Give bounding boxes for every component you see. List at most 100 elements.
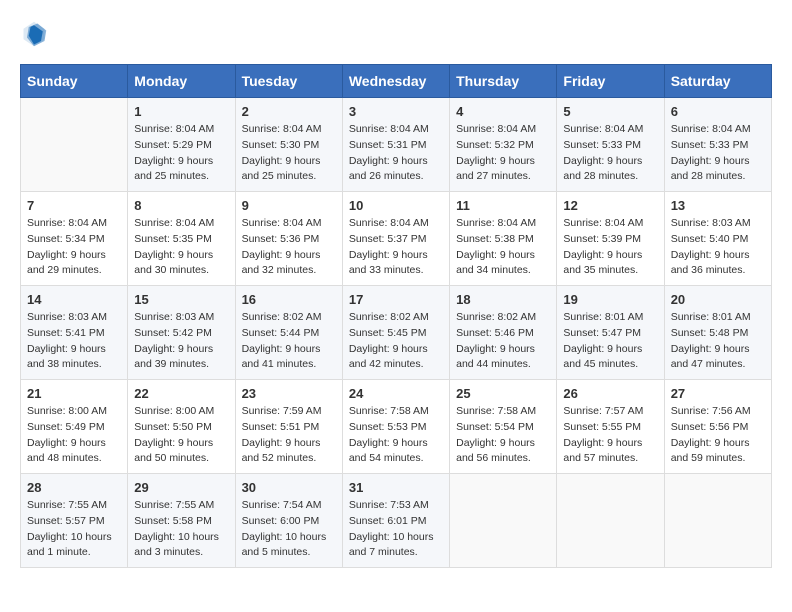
header-wednesday: Wednesday: [342, 65, 449, 98]
day-number: 22: [134, 386, 228, 401]
day-number: 14: [27, 292, 121, 307]
header-tuesday: Tuesday: [235, 65, 342, 98]
day-info: Sunrise: 8:01 AM Sunset: 5:48 PM Dayligh…: [671, 310, 765, 373]
day-number: 9: [242, 198, 336, 213]
day-number: 15: [134, 292, 228, 307]
calendar-cell: 29Sunrise: 7:55 AM Sunset: 5:58 PM Dayli…: [128, 474, 235, 568]
day-info: Sunrise: 8:04 AM Sunset: 5:39 PM Dayligh…: [563, 216, 657, 279]
calendar-cell: 25 Sunrise: 7:58 AM Sunset: 5:54 PM Dayli…: [450, 380, 557, 474]
calendar-table: SundayMondayTuesdayWednesdayThursdayFrid…: [20, 64, 772, 568]
day-number: 31: [349, 480, 443, 495]
day-number: 21: [27, 386, 121, 401]
header-sunday: Sunday: [21, 65, 128, 98]
calendar-week-row: 28Sunrise: 7:55 AM Sunset: 5:57 PM Dayli…: [21, 474, 772, 568]
day-number: 10: [349, 198, 443, 213]
calendar-cell: 24 Sunrise: 7:58 AM Sunset: 5:53 PM Dayli…: [342, 380, 449, 474]
day-info: Sunrise: 8:02 AM Sunset: 5:44 PM Dayligh…: [242, 310, 336, 373]
day-info: Sunrise: 8:04 AM Sunset: 5:33 PM Dayligh…: [563, 122, 657, 185]
calendar-cell: [450, 474, 557, 568]
calendar-cell: 17Sunrise: 8:02 AM Sunset: 5:45 PM Dayli…: [342, 286, 449, 380]
header-thursday: Thursday: [450, 65, 557, 98]
day-info: Sunrise: 8:00 AM Sunset: 5:50 PM Dayligh…: [134, 404, 228, 467]
day-number: 27: [671, 386, 765, 401]
day-info: Sunrise: 7:55 AM Sunset: 5:57 PM Dayligh…: [27, 498, 121, 561]
day-info: Sunrise: 8:04 AM Sunset: 5:32 PM Dayligh…: [456, 122, 550, 185]
day-info: Sunrise: 8:02 AM Sunset: 5:46 PM Dayligh…: [456, 310, 550, 373]
calendar-week-row: 7 Sunrise: 8:04 AM Sunset: 5:34 PM Daylig…: [21, 192, 772, 286]
day-number: 1: [134, 104, 228, 119]
calendar-cell: 3 Sunrise: 8:04 AM Sunset: 5:31 PM Daylig…: [342, 98, 449, 192]
calendar-cell: 28Sunrise: 7:55 AM Sunset: 5:57 PM Dayli…: [21, 474, 128, 568]
calendar-cell: 2 Sunrise: 8:04 AM Sunset: 5:30 PM Daylig…: [235, 98, 342, 192]
day-info: Sunrise: 7:59 AM Sunset: 5:51 PM Dayligh…: [242, 404, 336, 467]
day-number: 4: [456, 104, 550, 119]
calendar-cell: 23 Sunrise: 7:59 AM Sunset: 5:51 PM Dayli…: [235, 380, 342, 474]
day-number: 30: [242, 480, 336, 495]
calendar-cell: 1 Sunrise: 8:04 AM Sunset: 5:29 PM Daylig…: [128, 98, 235, 192]
calendar-cell: 22 Sunrise: 8:00 AM Sunset: 5:50 PM Dayli…: [128, 380, 235, 474]
calendar-week-row: 1 Sunrise: 8:04 AM Sunset: 5:29 PM Daylig…: [21, 98, 772, 192]
day-number: 7: [27, 198, 121, 213]
day-info: Sunrise: 7:56 AM Sunset: 5:56 PM Dayligh…: [671, 404, 765, 467]
day-info: Sunrise: 8:02 AM Sunset: 5:45 PM Dayligh…: [349, 310, 443, 373]
day-info: Sunrise: 8:04 AM Sunset: 5:36 PM Dayligh…: [242, 216, 336, 279]
header-friday: Friday: [557, 65, 664, 98]
day-number: 12: [563, 198, 657, 213]
day-number: 26: [563, 386, 657, 401]
day-info: Sunrise: 8:04 AM Sunset: 5:29 PM Dayligh…: [134, 122, 228, 185]
calendar-cell: 20Sunrise: 8:01 AM Sunset: 5:48 PM Dayli…: [664, 286, 771, 380]
day-number: 8: [134, 198, 228, 213]
day-info: Sunrise: 7:58 AM Sunset: 5:54 PM Dayligh…: [456, 404, 550, 467]
calendar-cell: 30 Sunrise: 7:54 AM Sunset: 6:00 PM Dayli…: [235, 474, 342, 568]
calendar-cell: 12 Sunrise: 8:04 AM Sunset: 5:39 PM Dayli…: [557, 192, 664, 286]
day-info: Sunrise: 8:03 AM Sunset: 5:41 PM Dayligh…: [27, 310, 121, 373]
calendar-cell: 15 Sunrise: 8:03 AM Sunset: 5:42 PM Dayli…: [128, 286, 235, 380]
day-info: Sunrise: 8:04 AM Sunset: 5:38 PM Dayligh…: [456, 216, 550, 279]
day-info: Sunrise: 8:04 AM Sunset: 5:35 PM Dayligh…: [134, 216, 228, 279]
logo-icon: [20, 20, 48, 48]
day-info: Sunrise: 8:00 AM Sunset: 5:49 PM Dayligh…: [27, 404, 121, 467]
calendar-week-row: 14 Sunrise: 8:03 AM Sunset: 5:41 PM Dayli…: [21, 286, 772, 380]
calendar-cell: 18 Sunrise: 8:02 AM Sunset: 5:46 PM Dayli…: [450, 286, 557, 380]
day-number: 25: [456, 386, 550, 401]
day-info: Sunrise: 7:54 AM Sunset: 6:00 PM Dayligh…: [242, 498, 336, 561]
calendar-cell: [664, 474, 771, 568]
calendar-cell: 16 Sunrise: 8:02 AM Sunset: 5:44 PM Dayli…: [235, 286, 342, 380]
day-number: 6: [671, 104, 765, 119]
calendar-cell: 7 Sunrise: 8:04 AM Sunset: 5:34 PM Daylig…: [21, 192, 128, 286]
day-number: 18: [456, 292, 550, 307]
day-number: 16: [242, 292, 336, 307]
day-info: Sunrise: 7:58 AM Sunset: 5:53 PM Dayligh…: [349, 404, 443, 467]
day-number: 3: [349, 104, 443, 119]
day-info: Sunrise: 8:04 AM Sunset: 5:34 PM Dayligh…: [27, 216, 121, 279]
day-info: Sunrise: 8:04 AM Sunset: 5:30 PM Dayligh…: [242, 122, 336, 185]
calendar-week-row: 21 Sunrise: 8:00 AM Sunset: 5:49 PM Dayli…: [21, 380, 772, 474]
header-saturday: Saturday: [664, 65, 771, 98]
calendar-cell: [557, 474, 664, 568]
day-number: 2: [242, 104, 336, 119]
calendar-cell: 19Sunrise: 8:01 AM Sunset: 5:47 PM Dayli…: [557, 286, 664, 380]
calendar-cell: 11 Sunrise: 8:04 AM Sunset: 5:38 PM Dayli…: [450, 192, 557, 286]
day-info: Sunrise: 8:04 AM Sunset: 5:33 PM Dayligh…: [671, 122, 765, 185]
calendar-cell: 26 Sunrise: 7:57 AM Sunset: 5:55 PM Dayli…: [557, 380, 664, 474]
day-number: 5: [563, 104, 657, 119]
day-number: 13: [671, 198, 765, 213]
day-number: 24: [349, 386, 443, 401]
calendar-cell: 13 Sunrise: 8:03 AM Sunset: 5:40 PM Dayli…: [664, 192, 771, 286]
day-info: Sunrise: 8:04 AM Sunset: 5:31 PM Dayligh…: [349, 122, 443, 185]
day-number: 23: [242, 386, 336, 401]
calendar-cell: 9 Sunrise: 8:04 AM Sunset: 5:36 PM Daylig…: [235, 192, 342, 286]
day-info: Sunrise: 8:04 AM Sunset: 5:37 PM Dayligh…: [349, 216, 443, 279]
day-number: 19: [563, 292, 657, 307]
calendar-cell: 27 Sunrise: 7:56 AM Sunset: 5:56 PM Dayli…: [664, 380, 771, 474]
day-info: Sunrise: 8:03 AM Sunset: 5:40 PM Dayligh…: [671, 216, 765, 279]
header-monday: Monday: [128, 65, 235, 98]
day-number: 29: [134, 480, 228, 495]
day-info: Sunrise: 8:03 AM Sunset: 5:42 PM Dayligh…: [134, 310, 228, 373]
calendar-cell: 6 Sunrise: 8:04 AM Sunset: 5:33 PM Daylig…: [664, 98, 771, 192]
day-info: Sunrise: 7:57 AM Sunset: 5:55 PM Dayligh…: [563, 404, 657, 467]
calendar-cell: 8 Sunrise: 8:04 AM Sunset: 5:35 PM Daylig…: [128, 192, 235, 286]
day-info: Sunrise: 7:53 AM Sunset: 6:01 PM Dayligh…: [349, 498, 443, 561]
calendar-cell: 31 Sunrise: 7:53 AM Sunset: 6:01 PM Dayli…: [342, 474, 449, 568]
day-number: 11: [456, 198, 550, 213]
